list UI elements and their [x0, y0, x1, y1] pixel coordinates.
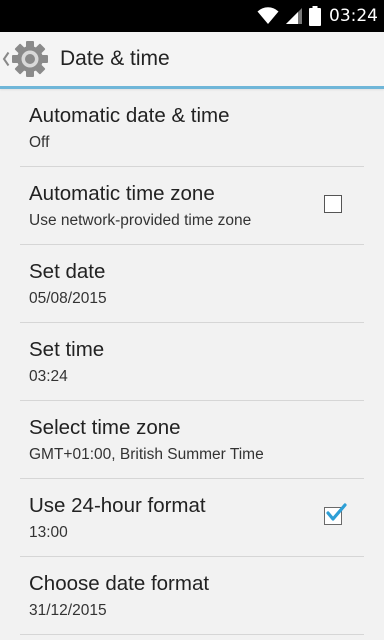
setting-title: Select time zone [29, 416, 181, 439]
battery-icon [309, 6, 321, 26]
setting-summary: 13:00 [29, 524, 68, 541]
automatic-time-zone-checkbox[interactable] [324, 195, 342, 213]
status-bar: 03:24 [0, 0, 384, 32]
setting-title: Set date [29, 260, 106, 283]
setting-select-time-zone[interactable]: Select time zone GMT+01:00, British Summ… [20, 401, 364, 479]
page-title: Date & time [60, 47, 170, 70]
checkmark-icon [326, 503, 347, 521]
setting-summary: GMT+01:00, British Summer Time [29, 446, 264, 463]
setting-choose-date-format[interactable]: Choose date format 31/12/2015 [20, 557, 364, 635]
up-button[interactable] [2, 36, 56, 82]
setting-summary: 31/12/2015 [29, 602, 107, 619]
setting-automatic-time-zone[interactable]: Automatic time zone Use network-provided… [20, 167, 364, 245]
signal-icon [286, 8, 302, 24]
settings-list: Automatic date & time Off Automatic time… [0, 89, 384, 635]
setting-automatic-date-time[interactable]: Automatic date & time Off [20, 89, 364, 167]
setting-set-date[interactable]: Set date 05/08/2015 [20, 245, 364, 323]
use-24-hour-format-checkbox[interactable] [324, 503, 347, 525]
setting-use-24-hour-format[interactable]: Use 24-hour format 13:00 [20, 479, 364, 557]
status-time: 03:24 [329, 6, 378, 26]
action-bar: Date & time [0, 32, 384, 89]
setting-set-time[interactable]: Set time 03:24 [20, 323, 364, 401]
setting-summary: Use network-provided time zone [29, 212, 252, 229]
setting-title: Choose date format [29, 572, 210, 595]
setting-title: Automatic time zone [29, 182, 215, 205]
settings-gear-icon [12, 41, 48, 77]
status-icons: 03:24 [257, 0, 378, 32]
setting-summary: 05/08/2015 [29, 290, 107, 307]
setting-title: Automatic date & time [29, 104, 230, 127]
setting-summary: 03:24 [29, 368, 68, 385]
wifi-icon [257, 7, 279, 24]
back-chevron-icon [2, 51, 10, 67]
setting-title: Set time [29, 338, 105, 361]
setting-title: Use 24-hour format [29, 494, 206, 517]
setting-summary: Off [29, 134, 50, 151]
